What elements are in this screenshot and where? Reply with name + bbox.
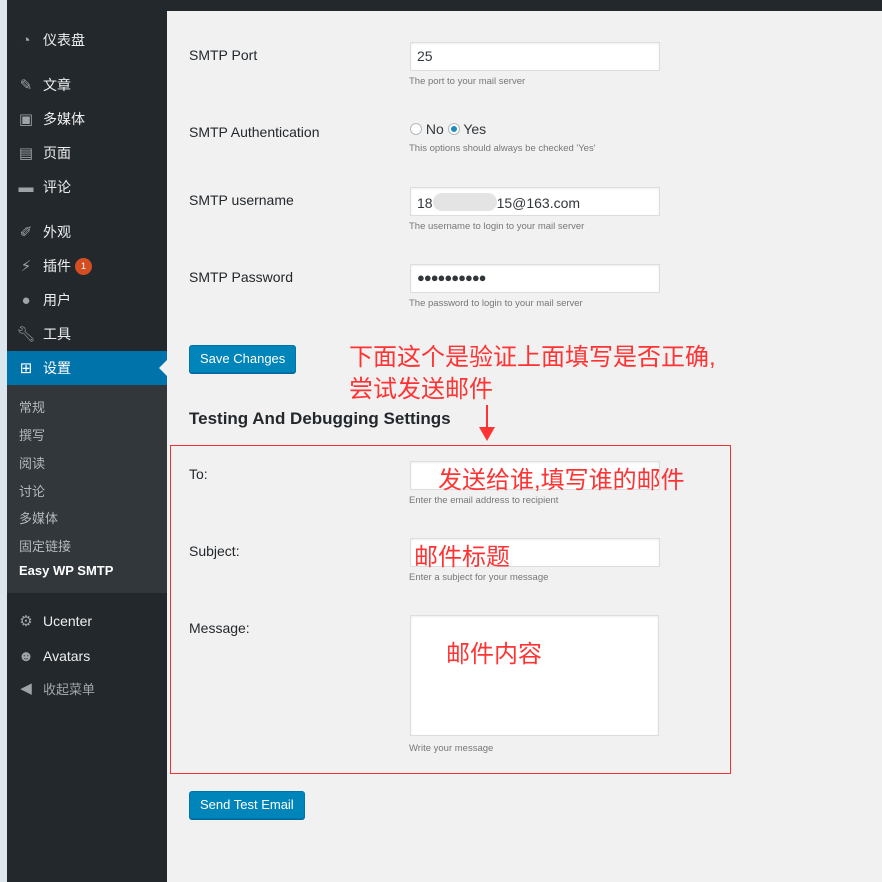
smtp-password-input[interactable]: ●●●●●●●●●●: [410, 264, 660, 293]
wrench-icon: 🔧︎: [16, 326, 36, 343]
admin-bar: [7, 0, 882, 11]
label: 多媒体: [43, 111, 85, 127]
label: 工具: [43, 326, 71, 342]
collapse-menu[interactable]: ◀ 收起菜单: [7, 671, 167, 705]
message-desc: Write your message: [409, 743, 494, 754]
label: 插件: [43, 258, 71, 274]
auth-no-radio[interactable]: [410, 123, 422, 135]
auth-yes-radio[interactable]: [447, 123, 460, 135]
auth-yes-label: Yes: [463, 121, 487, 137]
smtp-port-label: SMTP Port: [189, 47, 258, 63]
message-textarea[interactable]: [410, 615, 659, 736]
message-label: Message:: [189, 620, 250, 636]
smtp-port-input[interactable]: 25: [410, 42, 660, 71]
sidebar-item-settings[interactable]: ⊞ 设置: [7, 351, 167, 385]
label: 页面: [43, 145, 71, 161]
update-badge: 1: [75, 257, 92, 275]
sidebar-item-appearance[interactable]: ✐ 外观: [7, 215, 167, 249]
sidebar-item-tools[interactable]: 🔧︎ 工具: [7, 317, 167, 351]
submenu-general[interactable]: 常规: [19, 397, 45, 416]
smtp-password-label: SMTP Password: [189, 269, 293, 285]
annotation-message: 邮件内容: [446, 641, 542, 668]
submenu-media[interactable]: 多媒体: [19, 508, 58, 527]
settings-icon: ⊞: [19, 360, 33, 377]
plugin-icon: ⚡: [20, 258, 32, 275]
brush-icon: ✐: [19, 224, 33, 241]
avatar-icon: ☻: [18, 647, 34, 665]
label: Ucenter: [43, 613, 93, 629]
redaction-blur: [432, 193, 497, 211]
submenu-permalinks[interactable]: 固定链接: [19, 536, 71, 555]
annotation-top-line1: 下面这个是验证上面填写是否正确,: [349, 344, 716, 371]
to-desc: Enter the email address to recipient: [409, 495, 559, 506]
pin-icon: ✎: [19, 77, 33, 94]
label: 外观: [43, 224, 71, 240]
smtp-auth-radios: No Yes: [410, 121, 486, 137]
submenu-writing[interactable]: 撰写: [19, 425, 45, 444]
user-icon: ●: [21, 291, 31, 309]
send-test-email-button[interactable]: Send Test Email: [189, 791, 305, 819]
smtp-username-input[interactable]: 18 15@163.com: [410, 187, 660, 216]
label: 仪表盘: [43, 32, 85, 48]
save-changes-button[interactable]: Save Changes: [189, 345, 297, 373]
label: Avatars: [43, 648, 91, 664]
annotation-subject: 邮件标题: [414, 544, 510, 571]
sidebar-item-dashboard[interactable]: ◔ 仪表盘: [7, 23, 167, 57]
admin-sidebar: ◔ 仪表盘 ✎ 文章 ▣ 多媒体 ▤ 页面 ▬ 评论 ✐ 外观 ⚡ 插件 1 ● 用户 🔧︎ 工具 …: [7, 11, 167, 882]
sidebar-item-plugins[interactable]: ⚡ 插件 1: [7, 249, 167, 283]
sidebar-item-comments[interactable]: ▬ 评论: [7, 170, 167, 204]
sidebar-item-users[interactable]: ● 用户: [7, 283, 167, 317]
sidebar-item-media[interactable]: ▣ 多媒体: [7, 102, 167, 136]
label: 设置: [43, 360, 71, 376]
label: 文章: [43, 77, 71, 93]
subject-label: Subject:: [189, 543, 240, 559]
sidebar-item-ucenter[interactable]: ⚙ Ucenter: [7, 604, 167, 638]
gear-icon: ⚙: [19, 613, 33, 630]
testing-heading: Testing And Debugging Settings: [189, 409, 451, 428]
media-icon: ▣: [18, 111, 34, 128]
annotation-to: 发送给谁,填写谁的邮件: [438, 467, 685, 494]
label: 用户: [43, 292, 71, 308]
annotation-top-line2: 尝试发送邮件: [349, 376, 493, 403]
submenu-reading[interactable]: 阅读: [19, 453, 45, 472]
smtp-port-desc: The port to your mail server: [409, 76, 526, 87]
smtp-username-label: SMTP username: [189, 192, 294, 208]
subject-desc: Enter a subject for your message: [409, 572, 549, 583]
smtp-username-desc: The username to login to your mail serve…: [409, 221, 585, 232]
window-edge: [0, 0, 7, 882]
dashboard-icon: ◔: [21, 31, 31, 49]
sidebar-item-posts[interactable]: ✎ 文章: [7, 68, 167, 102]
auth-no-label: No: [425, 121, 444, 137]
page-icon: ▤: [18, 145, 34, 162]
sidebar-item-pages[interactable]: ▤ 页面: [7, 136, 167, 170]
comment-icon: ▬: [18, 178, 34, 196]
arrow-head-icon: [479, 427, 495, 441]
sidebar-item-avatars[interactable]: ☻ Avatars: [7, 639, 167, 673]
username-prefix: 18: [417, 195, 433, 211]
submenu-easy-wp-smtp[interactable]: Easy WP SMTP: [19, 563, 113, 578]
collapse-icon: ◀: [20, 680, 32, 697]
submenu-discussion[interactable]: 讨论: [19, 481, 45, 500]
username-suffix: 15@163.com: [496, 195, 581, 211]
smtp-password-desc: The password to login to your mail serve…: [409, 298, 583, 309]
smtp-auth-desc: This options should always be checked 'Y…: [409, 143, 596, 154]
label: 评论: [43, 179, 71, 195]
label: 收起菜单: [43, 681, 96, 697]
settings-submenu: 常规 撰写 阅读 讨论 多媒体 固定链接 Easy WP SMTP: [7, 385, 167, 593]
to-label: To:: [189, 466, 208, 482]
smtp-auth-label: SMTP Authentication: [189, 124, 320, 140]
